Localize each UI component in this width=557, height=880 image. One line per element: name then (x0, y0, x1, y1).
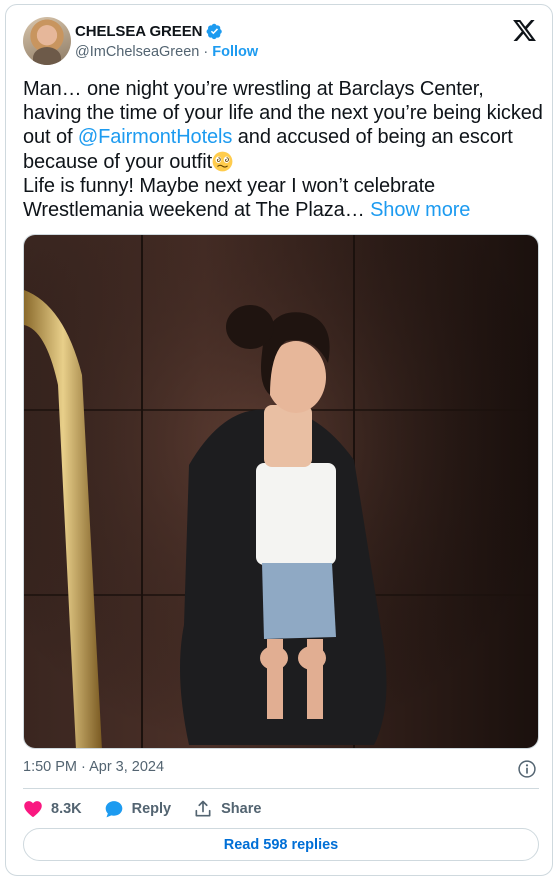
author-name-row: CHELSEA GREEN (75, 23, 223, 40)
share-label: Share (221, 801, 262, 817)
read-replies-button[interactable]: Read 598 replies (23, 828, 539, 861)
follow-button[interactable]: Follow (212, 44, 258, 60)
read-replies-label: Read 598 replies (223, 836, 339, 853)
info-icon[interactable] (517, 759, 537, 779)
reply-bubble-icon (105, 801, 122, 818)
author-handle[interactable]: @ImChelseaGreen (75, 44, 199, 60)
show-more-link[interactable]: Show more (370, 199, 470, 221)
action-bar: 8.3K Reply Share (23, 797, 283, 821)
mention-link[interactable]: @FairmontHotels (78, 126, 233, 148)
author-handle-row: @ImChelseaGreen · Follow (75, 44, 258, 60)
woozy-face-icon (212, 151, 233, 172)
heart-icon (24, 801, 42, 817)
tweet-photo[interactable] (23, 234, 539, 749)
share-button[interactable]: Share (193, 799, 261, 819)
avatar[interactable] (23, 17, 71, 65)
tweet-timestamp[interactable]: 1:50 PM · Apr 3, 2024 (23, 759, 164, 775)
separator-dot: · (203, 44, 209, 60)
photo-image (24, 235, 538, 748)
tweet-text: Man… one night you’re wrestling at Barcl… (23, 77, 543, 222)
verified-badge-icon (206, 23, 223, 40)
author-display-name[interactable]: CHELSEA GREEN (75, 23, 202, 40)
share-icon (195, 800, 211, 817)
reply-label: Reply (131, 801, 172, 817)
divider (23, 788, 539, 789)
tweet-card: CHELSEA GREEN @ImChelseaGreen · Follow M… (5, 4, 553, 876)
like-button[interactable]: 8.3K (23, 799, 82, 819)
reply-button[interactable]: Reply (104, 799, 172, 819)
like-count: 8.3K (51, 801, 82, 817)
x-logo-icon[interactable] (513, 20, 536, 41)
